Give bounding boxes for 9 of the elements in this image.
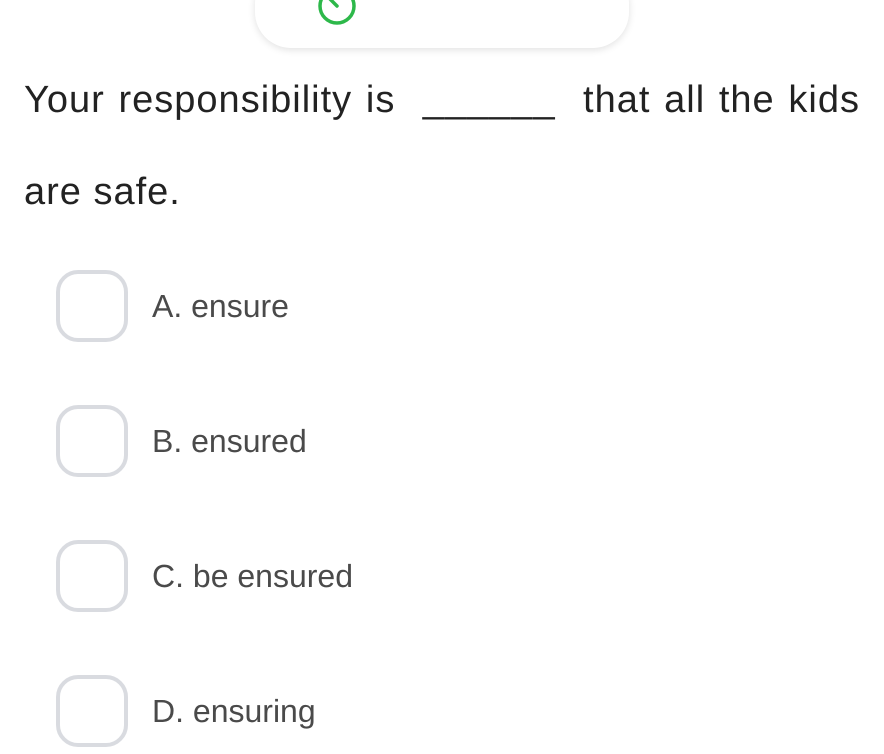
option-radio[interactable]	[56, 675, 128, 747]
option-radio[interactable]	[56, 405, 128, 477]
option-radio[interactable]	[56, 540, 128, 612]
option-label[interactable]: A. ensure	[152, 282, 289, 330]
option-label[interactable]: B. ensured	[152, 417, 307, 465]
question-text: Your responsibility is ______ that all the kids are safe.	[24, 78, 860, 215]
option-radio[interactable]	[56, 270, 128, 342]
option-label[interactable]: C. be ensured	[152, 552, 354, 600]
option-label[interactable]: D. ensuring	[152, 687, 316, 735]
